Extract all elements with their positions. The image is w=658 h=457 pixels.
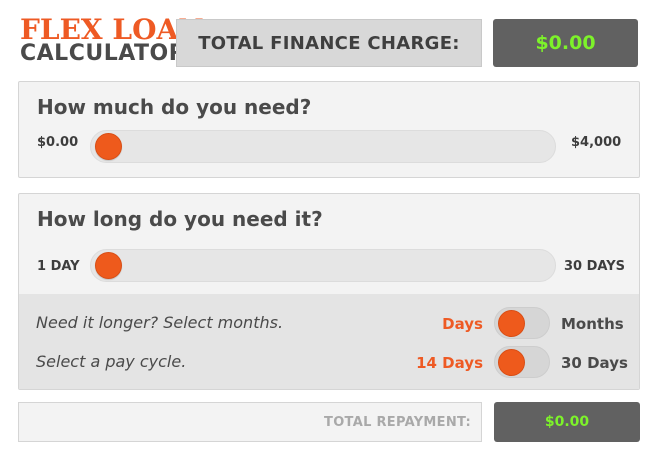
term-slider-thumb[interactable] (95, 252, 122, 279)
days-months-toggle-knob[interactable] (498, 310, 525, 337)
repayment-label: TOTAL REPAYMENT: (324, 414, 471, 430)
finance-charge-value: $0.00 (535, 32, 596, 54)
amount-min-label: $0.00 (37, 135, 79, 150)
repayment-value-box: $0.00 (494, 402, 640, 442)
days-option-label[interactable]: Days (442, 315, 483, 333)
term-panel: How long do you need it? 1 DAY 30 DAYS N… (18, 193, 640, 390)
finance-charge-label: TOTAL FINANCE CHARGE: (198, 32, 460, 54)
repayment-label-box: TOTAL REPAYMENT: (18, 402, 482, 442)
repayment-value: $0.00 (544, 414, 590, 430)
term-title: How long do you need it? (37, 207, 323, 231)
term-slider-track[interactable] (90, 249, 556, 282)
pay-cycle-text: Select a pay cycle. (36, 352, 187, 371)
amount-max-label: $4,000 (571, 135, 622, 150)
pay-cycle-toggle-knob[interactable] (498, 349, 525, 376)
amount-panel: How much do you need? $0.00 $4,000 (18, 81, 640, 178)
amount-slider-track[interactable] (90, 130, 556, 163)
amount-slider-thumb[interactable] (95, 133, 122, 160)
amount-title: How much do you need? (37, 95, 312, 119)
days-months-toggle[interactable] (494, 307, 550, 339)
pay-cycle-14-days-label[interactable]: 14 Days (416, 354, 483, 372)
term-options: Need it longer? Select months. Days Mont… (19, 294, 639, 389)
months-option-label[interactable]: Months (561, 315, 624, 333)
finance-charge-value-box: $0.00 (493, 19, 638, 67)
months-option-text: Need it longer? Select months. (36, 313, 284, 332)
pay-cycle-30-days-label[interactable]: 30 Days (561, 354, 628, 372)
logo: FLEX LOAN CALCULATOR (20, 13, 204, 66)
logo-subtitle: CALCULATOR (20, 41, 187, 66)
pay-cycle-toggle[interactable] (494, 346, 550, 378)
term-max-label: 30 DAYS (564, 259, 626, 274)
term-min-label: 1 DAY (37, 259, 80, 274)
finance-charge-label-box: TOTAL FINANCE CHARGE: (176, 19, 482, 67)
logo-title: FLEX LOAN (20, 13, 204, 46)
